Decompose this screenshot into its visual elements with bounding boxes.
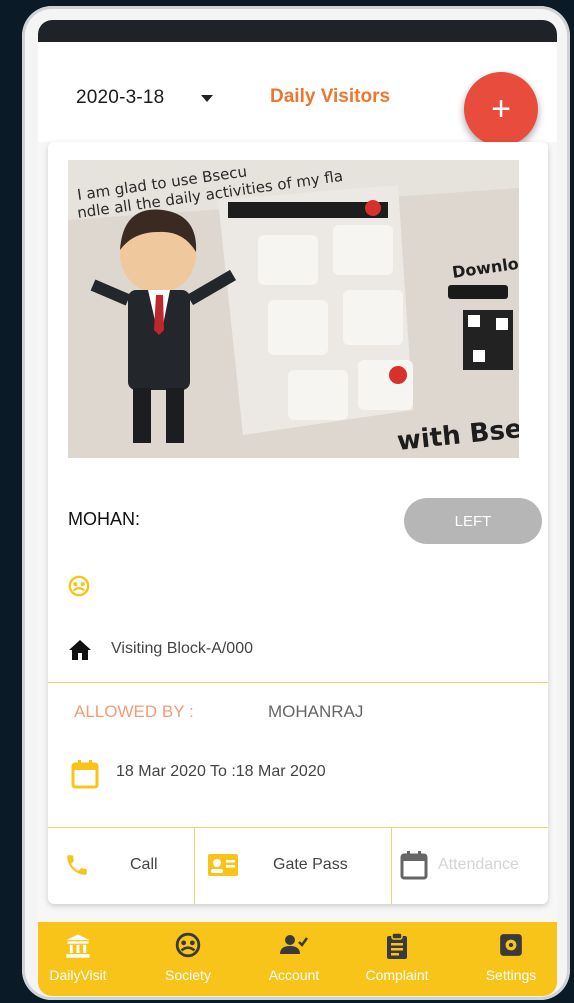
plus-icon: +	[491, 89, 511, 128]
gate-pass-label: Gate Pass	[273, 856, 348, 873]
nav-item-society[interactable]: Society	[138, 922, 238, 996]
nav-item-settings[interactable]: Settings	[461, 922, 557, 996]
app-screen: 2020-3-18 Daily Visitors + I am glad to …	[38, 20, 557, 996]
nav-label-complaint: Complaint	[365, 967, 429, 983]
date-selector[interactable]: 2020-3-18	[76, 87, 164, 109]
nav-item-dailyvisit[interactable]: DailyVisit	[38, 922, 128, 996]
home-icon	[68, 639, 92, 666]
header-bar: 2020-3-18 Daily Visitors +	[38, 42, 557, 146]
bottom-navigation: DailyVisit Society Account Complaint Set…	[38, 922, 557, 996]
society-icon	[175, 932, 201, 963]
society-icon	[68, 575, 90, 602]
visitor-photo: I am glad to use Bsecu ndle all the dail…	[68, 160, 519, 458]
status-bar	[38, 20, 557, 42]
nav-item-complaint[interactable]: Complaint	[347, 922, 447, 996]
attendance-button[interactable]: Attendance	[392, 828, 548, 904]
calendar-icon	[400, 850, 428, 885]
phone-icon	[64, 852, 90, 883]
clipboard-icon	[385, 932, 409, 965]
bank-icon	[64, 932, 92, 965]
allowed-by-label: ALLOWED BY :	[74, 702, 194, 721]
nav-item-account[interactable]: Account	[244, 922, 344, 996]
visitor-card: I am glad to use Bsecu ndle all the dail…	[48, 142, 548, 904]
page-title: Daily Visitors	[270, 86, 391, 107]
id-card-icon	[207, 852, 239, 883]
call-button[interactable]: Call	[48, 828, 194, 904]
visitor-name: MOHAN:	[68, 509, 140, 529]
divider	[48, 682, 548, 683]
visit-date-range: 18 Mar 2020 To :18 Mar 2020	[116, 763, 326, 780]
settings-icon	[498, 932, 524, 963]
left-status-button[interactable]: LEFT	[404, 498, 542, 544]
nav-label-dailyvisit: DailyVisit	[49, 967, 107, 983]
chevron-down-icon[interactable]	[201, 95, 213, 102]
action-row: Call Gate Pass Attendance	[48, 828, 548, 904]
gate-pass-button[interactable]: Gate Pass	[195, 828, 391, 904]
nav-label-society: Society	[165, 967, 211, 983]
phone-frame: 2020-3-18 Daily Visitors + I am glad to …	[22, 6, 570, 1000]
add-visitor-button[interactable]: +	[464, 72, 538, 146]
call-label: Call	[130, 856, 158, 873]
nav-label-account: Account	[268, 967, 320, 983]
visiting-location: Visiting Block-A/000	[111, 640, 253, 657]
calendar-icon	[71, 759, 99, 794]
user-check-icon	[279, 932, 309, 963]
attendance-label: Attendance	[438, 856, 519, 873]
nav-label-settings: Settings	[485, 967, 537, 983]
allowed-by-value: MOHANRAJ	[268, 702, 364, 721]
